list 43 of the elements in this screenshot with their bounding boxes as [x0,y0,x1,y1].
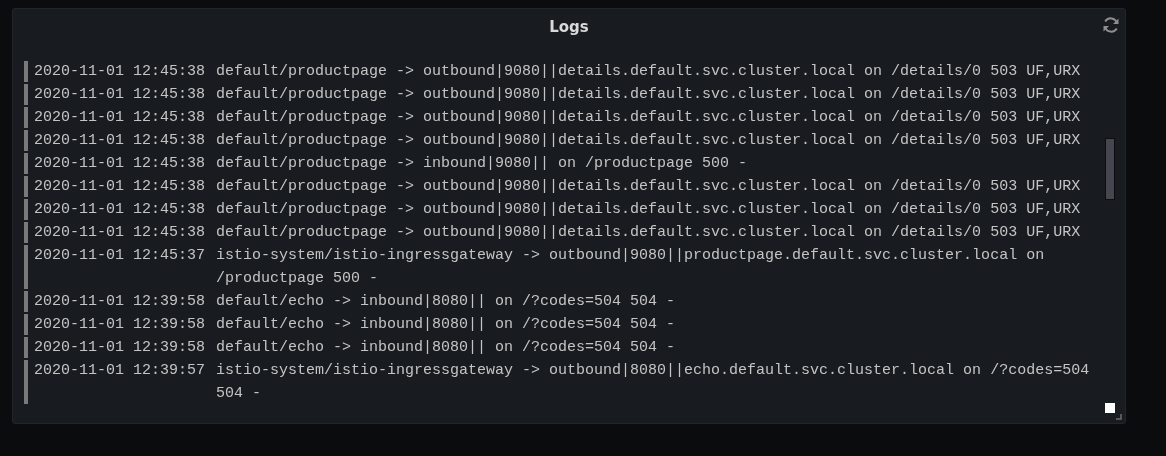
log-message: default/echo -> inbound|8080|| on /?codes=504 504 - [216,338,677,358]
log-message: default/productpage -> outbound|9080||details.default.svc.cluster.local on /details/0 503 UF,URX [216,85,1082,105]
log-timestamp: 2020-11-01 12:39:58 [34,315,207,335]
log-level-bar [24,199,28,220]
log-message: default/productpage -> outbound|9080||details.default.svc.cluster.local on /details/0 503 UF,URX [216,200,1082,220]
log-timestamp: 2020-11-01 12:45:38 [34,85,207,105]
log-level-bar [24,84,28,105]
log-message: default/productpage -> outbound|9080||details.default.svc.cluster.local on /details/0 503 UF,URX [216,177,1082,197]
log-timestamp: 2020-11-01 12:45:38 [34,131,207,151]
log-level-bar [24,107,28,128]
log-message: istio-system/istio-ingressgateway -> outbound|8080||echo.default.svc.cluster.local on /?codes=504 504 - [216,361,1091,404]
log-message: default/echo -> inbound|8080|| on /?codes=504 504 - [216,292,677,312]
log-timestamp: 2020-11-01 12:39:57 [34,361,207,381]
log-message: default/productpage -> outbound|9080||details.default.svc.cluster.local on /details/0 503 UF,URX [216,108,1082,128]
log-timestamp: 2020-11-01 12:39:58 [34,338,207,358]
log-level-bar [24,314,28,335]
log-level-bar [24,222,28,243]
log-level-bar [24,337,28,358]
resize-handle-icon[interactable] [1116,414,1122,420]
log-message: default/productpage -> outbound|9080||details.default.svc.cluster.local on /details/0 503 UF,URX [216,131,1082,151]
log-timestamp: 2020-11-01 12:45:38 [34,108,207,128]
log-level-bar [24,153,28,174]
log-timestamp: 2020-11-01 12:45:38 [34,62,207,82]
log-timestamp: 2020-11-01 12:45:38 [34,154,207,174]
log-message: default/productpage -> outbound|9080||details.default.svc.cluster.local on /details/0 503 UF,URX [216,223,1082,243]
log-message: default/productpage -> outbound|9080||details.default.svc.cluster.local on /details/0 503 UF,URX [216,62,1082,82]
square-marker [1105,403,1115,413]
log-level-bar [24,360,28,404]
log-timestamp: 2020-11-01 12:45:38 [34,177,207,197]
log-level-bar [24,245,28,289]
refresh-icon[interactable] [1101,15,1121,35]
log-message: default/productpage -> inbound|9080|| on /productpage 500 - [216,154,749,174]
log-timestamp: 2020-11-01 12:45:38 [34,223,207,243]
log-message: default/echo -> inbound|8080|| on /?codes=504 504 - [216,315,677,335]
log-level-bar [24,61,28,82]
log-level-bar [24,176,28,197]
log-timestamp: 2020-11-01 12:45:37 [34,246,207,266]
log-timestamp: 2020-11-01 12:45:38 [34,200,207,220]
scrollbar-thumb[interactable] [1105,138,1115,200]
panel-title: Logs [549,18,589,36]
log-level-bar [24,130,28,151]
log-level-bar [24,291,28,312]
log-timestamp: 2020-11-01 12:39:58 [34,292,207,312]
